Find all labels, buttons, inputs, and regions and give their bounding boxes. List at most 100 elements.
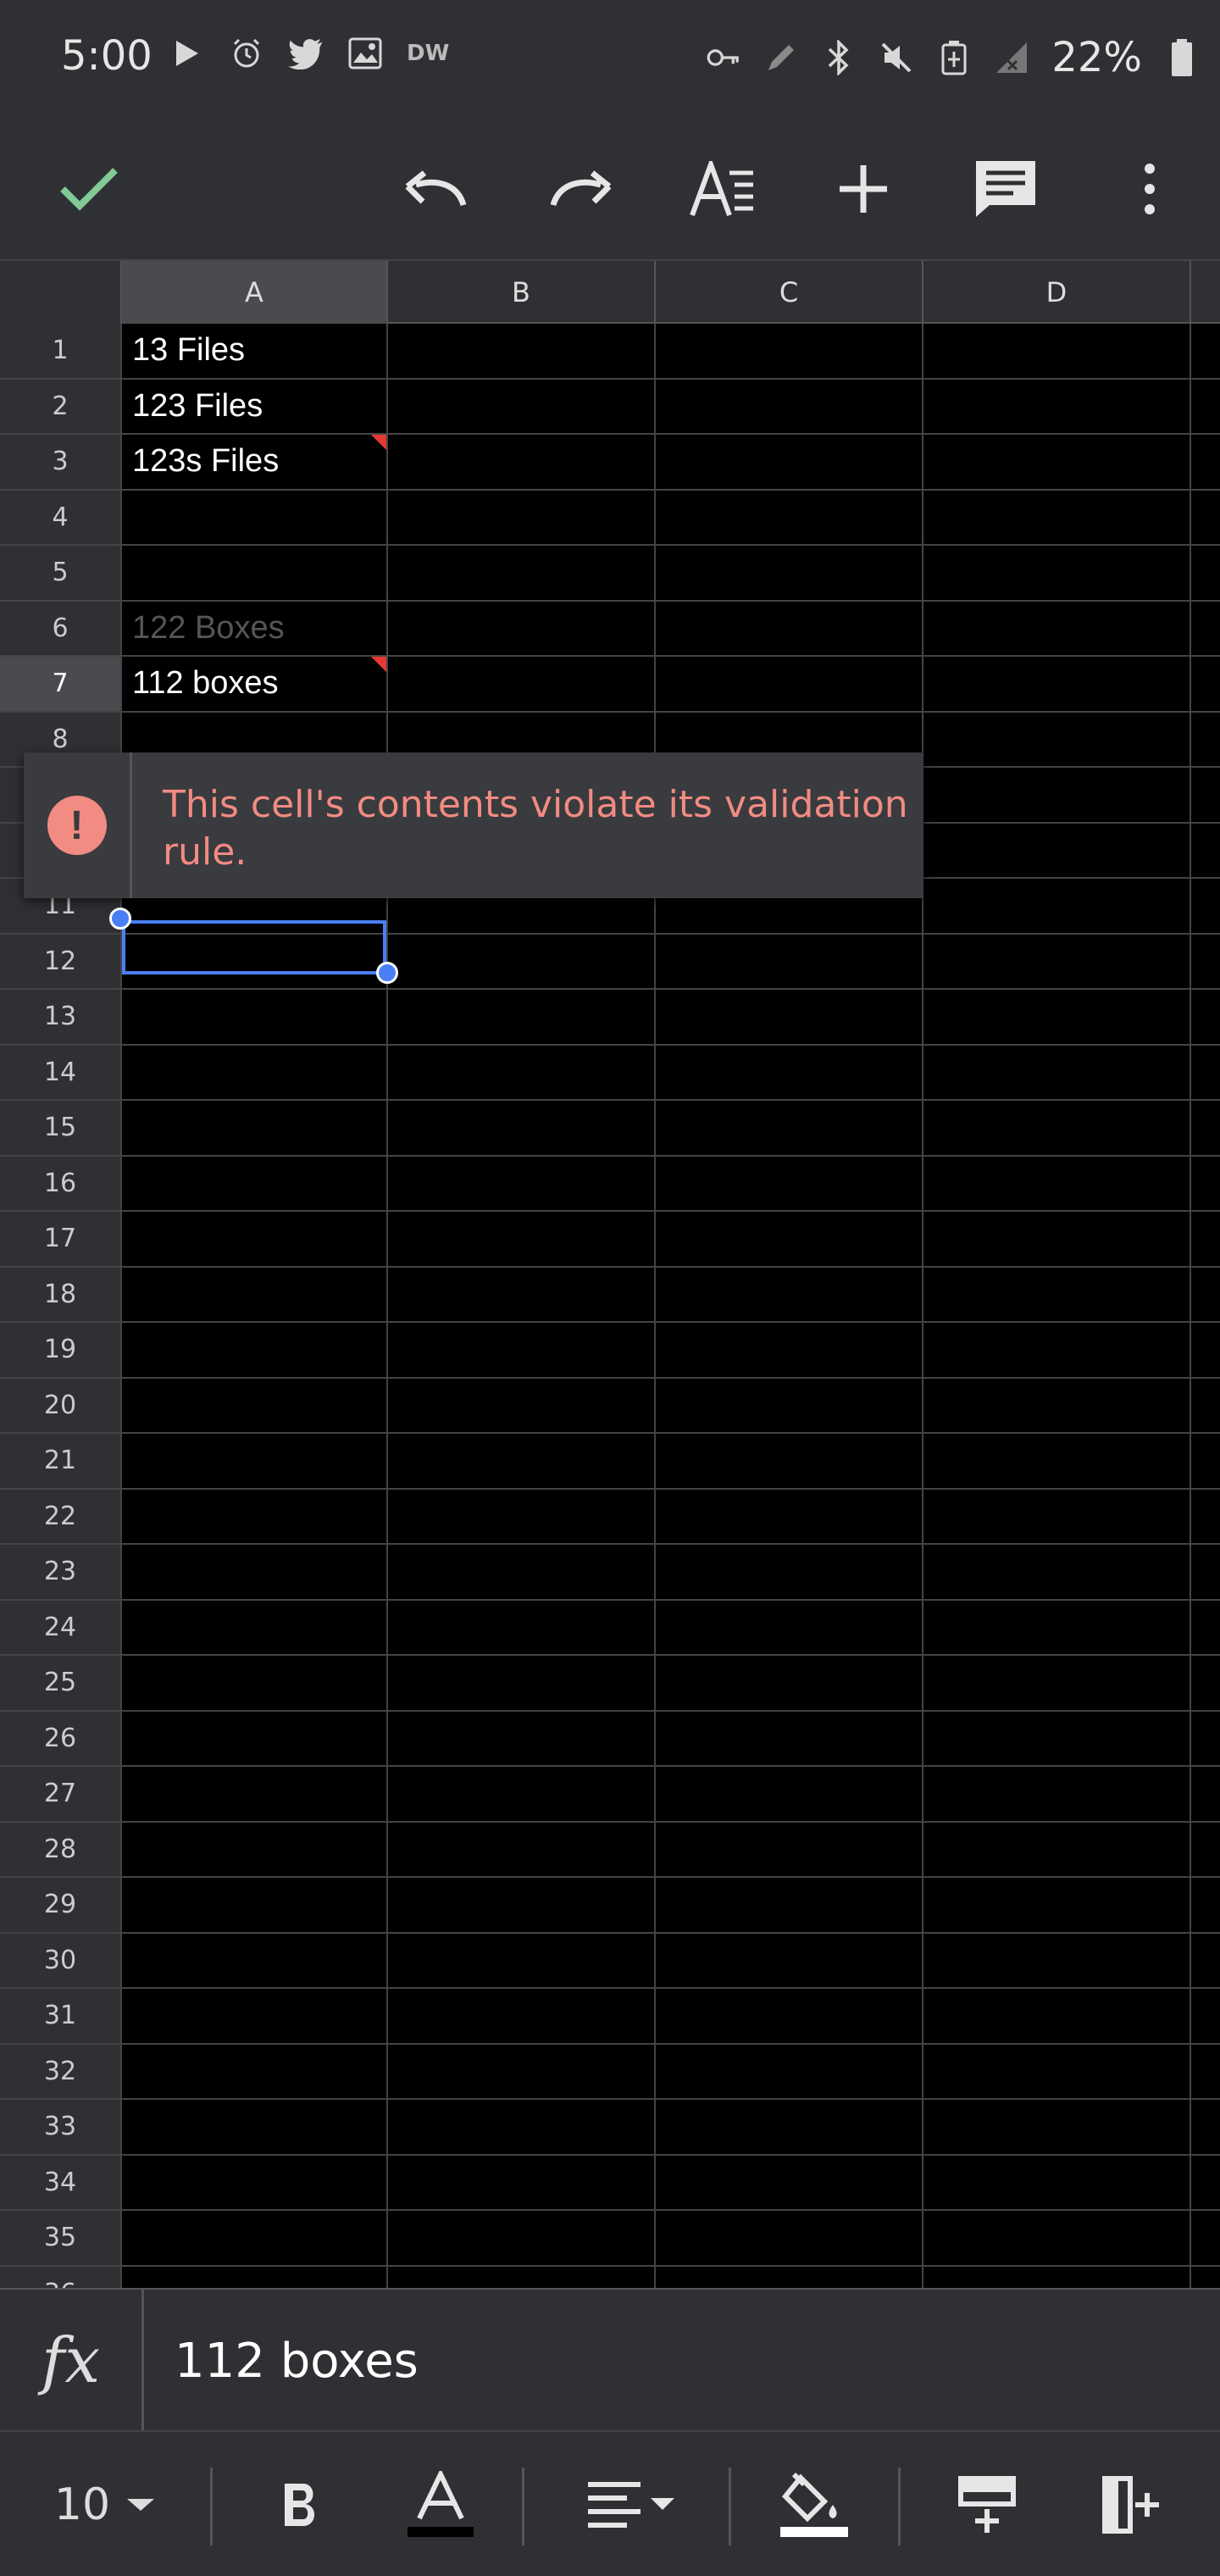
cell-a22[interactable] xyxy=(120,1489,386,1545)
cell-e13[interactable] xyxy=(1190,990,1220,1046)
align-dropdown[interactable] xyxy=(568,2432,695,2576)
cell-e9[interactable] xyxy=(1190,768,1220,824)
cell-b15[interactable] xyxy=(386,1101,654,1157)
cell-e8[interactable] xyxy=(1190,712,1220,768)
cell-c36[interactable] xyxy=(654,2266,922,2288)
cell-e30[interactable] xyxy=(1190,1933,1220,1989)
cell-c15[interactable] xyxy=(654,1101,922,1157)
cell-e31[interactable] xyxy=(1190,1989,1220,2045)
cell-b2[interactable] xyxy=(386,379,654,435)
cell-b6[interactable] xyxy=(386,601,654,657)
row-header[interactable]: 28 xyxy=(0,1822,120,1878)
cell-a24[interactable] xyxy=(120,1600,386,1656)
cell-d31[interactable] xyxy=(922,1989,1190,2045)
cell-e26[interactable] xyxy=(1190,1711,1220,1767)
font-size-dropdown[interactable]: 10 xyxy=(34,2432,178,2576)
cell-c6[interactable] xyxy=(654,601,922,657)
cell-b30[interactable] xyxy=(386,1933,654,1989)
cell-e36[interactable] xyxy=(1190,2266,1220,2288)
cell-d13[interactable] xyxy=(922,990,1190,1046)
row-header[interactable]: 36 xyxy=(0,2266,120,2288)
cell-e28[interactable] xyxy=(1190,1822,1220,1878)
cell-c20[interactable] xyxy=(654,1378,922,1434)
cell-d26[interactable] xyxy=(922,1711,1190,1767)
cell-e11[interactable] xyxy=(1190,879,1220,935)
cell-a34[interactable] xyxy=(120,2155,386,2211)
cell-a29[interactable] xyxy=(120,1878,386,1934)
cell-c28[interactable] xyxy=(654,1822,922,1878)
cell-b13[interactable] xyxy=(386,990,654,1046)
row-header[interactable]: 6 xyxy=(0,601,120,657)
cell-a18[interactable] xyxy=(120,1267,386,1323)
cell-b34[interactable] xyxy=(386,2155,654,2211)
cell-b21[interactable] xyxy=(386,1434,654,1490)
cell-b25[interactable] xyxy=(386,1656,654,1712)
cell-c1[interactable] xyxy=(654,324,922,380)
cell-b20[interactable] xyxy=(386,1378,654,1434)
more-options-button[interactable] xyxy=(1112,151,1188,227)
cell-d33[interactable] xyxy=(922,2100,1190,2156)
cell-c13[interactable] xyxy=(654,990,922,1046)
row-header[interactable]: 2 xyxy=(0,379,120,435)
cell-d9[interactable] xyxy=(922,768,1190,824)
row-header[interactable]: 7 xyxy=(0,657,120,713)
cell-e20[interactable] xyxy=(1190,1378,1220,1434)
cell-c32[interactable] xyxy=(654,2044,922,2100)
cell-a20[interactable] xyxy=(120,1378,386,1434)
cell-e6[interactable] xyxy=(1190,601,1220,657)
insert-row-button[interactable] xyxy=(940,2432,1034,2576)
selection-handle-start[interactable] xyxy=(109,908,131,930)
cell-d12[interactable] xyxy=(922,934,1190,990)
cell-c3[interactable] xyxy=(654,435,922,491)
row-header[interactable]: 13 xyxy=(0,990,120,1046)
row-header[interactable]: 24 xyxy=(0,1600,120,1656)
cell-e5[interactable] xyxy=(1190,546,1220,602)
cell-c25[interactable] xyxy=(654,1656,922,1712)
cell-b36[interactable] xyxy=(386,2266,654,2288)
cell-a14[interactable] xyxy=(120,1045,386,1101)
cell-d25[interactable] xyxy=(922,1656,1190,1712)
cell-d6[interactable] xyxy=(922,601,1190,657)
cell-d11[interactable] xyxy=(922,879,1190,935)
cell-d4[interactable] xyxy=(922,490,1190,546)
cell-d24[interactable] xyxy=(922,1600,1190,1656)
undo-button[interactable] xyxy=(398,151,474,227)
cell-d28[interactable] xyxy=(922,1822,1190,1878)
cell-e12[interactable] xyxy=(1190,934,1220,990)
row-header[interactable]: 25 xyxy=(0,1656,120,1712)
row-header[interactable]: 26 xyxy=(0,1711,120,1767)
cell-e23[interactable] xyxy=(1190,1545,1220,1601)
cell-a31[interactable] xyxy=(120,1989,386,2045)
bold-button[interactable] xyxy=(254,2432,347,2576)
cell-b23[interactable] xyxy=(386,1545,654,1601)
cell-a1[interactable]: 13 Files xyxy=(120,324,386,380)
row-header[interactable]: 19 xyxy=(0,1323,120,1379)
insert-button[interactable] xyxy=(825,151,901,227)
cell-c7[interactable] xyxy=(654,657,922,713)
cell-b7[interactable] xyxy=(386,657,654,713)
cell-c26[interactable] xyxy=(654,1711,922,1767)
column-header-c[interactable]: C xyxy=(654,261,922,324)
confirm-button[interactable] xyxy=(51,151,127,227)
cell-c24[interactable] xyxy=(654,1600,922,1656)
cell-d22[interactable] xyxy=(922,1489,1190,1545)
row-header[interactable]: 14 xyxy=(0,1045,120,1101)
cell-c31[interactable] xyxy=(654,1989,922,2045)
cell-c18[interactable] xyxy=(654,1267,922,1323)
cell-a17[interactable] xyxy=(120,1212,386,1268)
cell-d17[interactable] xyxy=(922,1212,1190,1268)
cell-e32[interactable] xyxy=(1190,2044,1220,2100)
spreadsheet-grid[interactable]: A B C D 1 13 Files 2 123 Files 3 123s Files 4 5… xyxy=(0,261,1220,2288)
cell-e14[interactable] xyxy=(1190,1045,1220,1101)
cell-c33[interactable] xyxy=(654,2100,922,2156)
cell-c2[interactable] xyxy=(654,379,922,435)
cell-d36[interactable] xyxy=(922,2266,1190,2288)
fill-color-button[interactable] xyxy=(762,2432,864,2576)
column-header-e[interactable] xyxy=(1190,261,1220,324)
cell-b4[interactable] xyxy=(386,490,654,546)
cell-a4[interactable] xyxy=(120,490,386,546)
cell-a28[interactable] xyxy=(120,1822,386,1878)
cell-d16[interactable] xyxy=(922,1156,1190,1212)
cell-b27[interactable] xyxy=(386,1767,654,1823)
row-header[interactable]: 18 xyxy=(0,1267,120,1323)
